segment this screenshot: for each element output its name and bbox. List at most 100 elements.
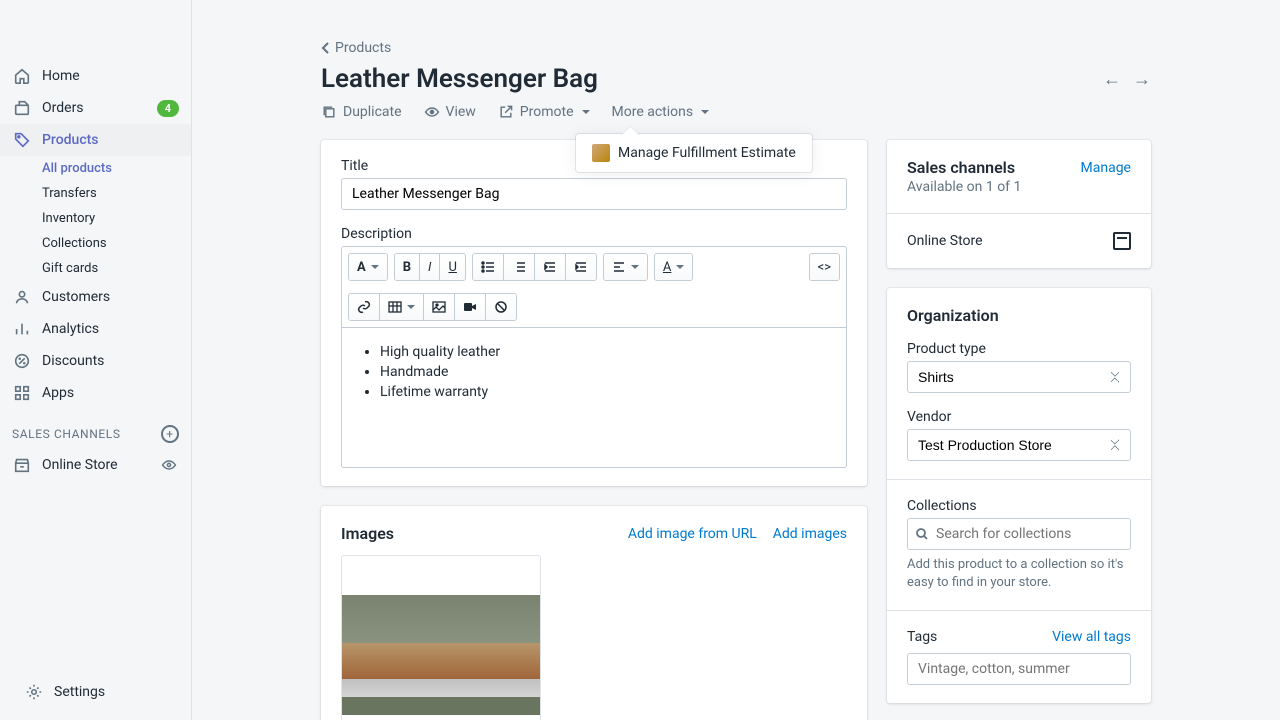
view-all-tags-link[interactable]: View all tags: [1052, 629, 1131, 645]
page-title: Leather Messenger Bag: [321, 64, 598, 94]
nav-analytics[interactable]: Analytics: [0, 313, 191, 345]
desc-bullet: Handmade: [380, 362, 826, 382]
nav-sub-label: Collections: [42, 236, 107, 251]
images-heading: Images: [341, 524, 394, 543]
title-input[interactable]: [341, 178, 847, 210]
add-image-url-link[interactable]: Add image from URL: [628, 526, 757, 542]
code-view-button[interactable]: <>: [810, 254, 839, 280]
collections-help: Add this product to a collection so it's…: [907, 556, 1131, 592]
nav-all-products[interactable]: All products: [42, 156, 191, 181]
nav-products[interactable]: Products: [0, 124, 191, 156]
caret-down-icon: [407, 305, 415, 309]
nav-gift-cards[interactable]: Gift cards: [42, 256, 191, 281]
nav-orders[interactable]: Orders 4: [0, 92, 191, 124]
sidebar-footer: Settings: [0, 664, 191, 720]
bullet-list-button[interactable]: [473, 254, 504, 280]
description-label: Description: [341, 226, 847, 242]
video-button[interactable]: [455, 294, 486, 320]
nav-collections[interactable]: Collections: [42, 231, 191, 256]
promote-action[interactable]: Promote: [498, 104, 590, 120]
product-type-label: Product type: [907, 341, 1131, 357]
duplicate-icon: [321, 104, 337, 120]
action-label: Duplicate: [343, 104, 402, 120]
bold-button[interactable]: B: [395, 254, 420, 280]
description-editor[interactable]: High quality leatherHandmadeLifetime war…: [341, 328, 847, 468]
gear-icon: [24, 682, 44, 702]
sales-heading: Sales channels: [907, 158, 1015, 177]
caret-down-icon: [701, 110, 709, 114]
popover-label: Manage Fulfillment Estimate: [618, 145, 796, 161]
nav-apps[interactable]: Apps: [0, 377, 191, 409]
indent-button[interactable]: [566, 254, 596, 280]
image-button[interactable]: [424, 294, 455, 320]
nav-home[interactable]: Home: [0, 60, 191, 92]
discounts-icon: [12, 351, 32, 371]
duplicate-action[interactable]: Duplicate: [321, 104, 402, 120]
eye-icon: [424, 104, 440, 120]
action-label: View: [446, 104, 476, 120]
nav-sub-label: All products: [42, 161, 112, 176]
align-dropdown[interactable]: [604, 254, 647, 280]
analytics-icon: [12, 319, 32, 339]
breadcrumb[interactable]: Products: [321, 40, 1151, 56]
format-dropdown[interactable]: A: [349, 254, 387, 280]
chevron-left-icon: [321, 41, 331, 55]
underline-button[interactable]: U: [440, 254, 464, 280]
apps-icon: [12, 383, 32, 403]
images-card: Images Add image from URL Add images: [321, 506, 867, 720]
sales-channels-card: Sales channels Manage Available on 1 of …: [887, 140, 1151, 268]
home-icon: [12, 66, 32, 86]
nav-inventory[interactable]: Inventory: [42, 206, 191, 231]
nav-sub-label: Inventory: [42, 211, 95, 226]
nav-label: Products: [42, 132, 179, 148]
nav-discounts[interactable]: Discounts: [0, 345, 191, 377]
add-images-link[interactable]: Add images: [773, 526, 847, 542]
calendar-icon[interactable]: [1113, 232, 1131, 250]
prev-arrow[interactable]: ←: [1103, 69, 1121, 90]
online-store-label: Online Store: [907, 233, 983, 249]
nav-label: Apps: [42, 385, 179, 401]
tags-heading: Tags: [907, 629, 937, 645]
link-button[interactable]: [349, 294, 380, 320]
nav-online-store[interactable]: Online Store: [0, 449, 191, 481]
manage-link[interactable]: Manage: [1081, 160, 1131, 176]
orders-badge: 4: [157, 100, 179, 117]
package-icon: [592, 144, 610, 162]
clear-format-button[interactable]: [486, 294, 516, 320]
customers-icon: [12, 287, 32, 307]
org-heading: Organization: [907, 306, 1131, 325]
nav-transfers[interactable]: Transfers: [42, 181, 191, 206]
nav-settings[interactable]: Settings: [12, 676, 179, 708]
outdent-button[interactable]: [535, 254, 566, 280]
view-action[interactable]: View: [424, 104, 476, 120]
view-store-icon[interactable]: [161, 457, 179, 473]
image-grid: [341, 555, 847, 720]
table-button[interactable]: [380, 294, 424, 320]
desc-bullet: Lifetime warranty: [380, 382, 826, 402]
main-column: Title Description A B I U: [321, 140, 867, 720]
more-actions[interactable]: More actions: [612, 104, 710, 120]
product-image[interactable]: [341, 555, 541, 720]
next-arrow[interactable]: →: [1133, 69, 1151, 90]
action-bar: Duplicate View Promote More actions: [321, 104, 1151, 120]
search-icon: [915, 527, 929, 541]
nav-section-channels: Sales channels +: [0, 409, 191, 449]
more-actions-popover[interactable]: Manage Fulfillment Estimate: [576, 134, 812, 172]
color-dropdown[interactable]: A: [655, 254, 692, 280]
main-content: Products Leather Messenger Bag ← → Dupli…: [192, 0, 1280, 720]
orders-icon: [12, 98, 32, 118]
italic-button[interactable]: I: [420, 254, 440, 280]
add-channel-button[interactable]: +: [161, 425, 179, 443]
nav-customers[interactable]: Customers: [0, 281, 191, 313]
nav-label: Home: [42, 68, 179, 84]
nav-label: Settings: [54, 684, 167, 700]
product-type-select[interactable]: [907, 361, 1131, 393]
nav-label: Online Store: [42, 457, 161, 473]
caret-down-icon: [676, 265, 684, 269]
collections-search[interactable]: [907, 518, 1131, 550]
nav-products-sub: All products Transfers Inventory Collect…: [0, 156, 191, 281]
vendor-select[interactable]: [907, 429, 1131, 461]
caret-down-icon: [631, 265, 639, 269]
number-list-button[interactable]: [504, 254, 535, 280]
tags-input[interactable]: [907, 653, 1131, 685]
